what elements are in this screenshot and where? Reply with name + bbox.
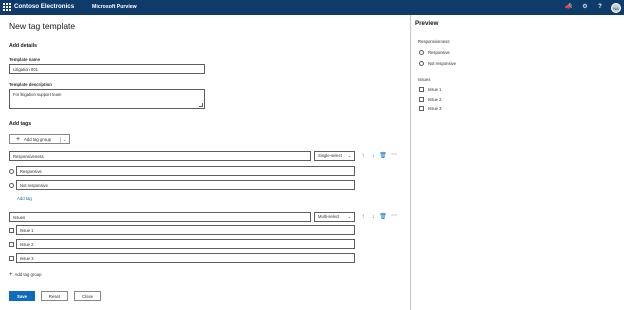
add-tag-group-button-label: Add tag group <box>24 137 51 142</box>
preview-option: Not responsive <box>428 61 456 66</box>
resize-handle-icon[interactable] <box>199 103 203 107</box>
delete-icon[interactable]: 🗑 <box>379 152 387 160</box>
more-options-icon[interactable]: ⋯ <box>390 151 398 159</box>
preview-group-name: Issues <box>418 77 431 82</box>
close-button[interactable]: Close <box>74 291 101 301</box>
megaphone-icon[interactable]: 📣 <box>565 3 573 11</box>
tag-name-input[interactable]: Issue 1 <box>16 225 355 235</box>
chevron-down-icon[interactable]: ⌄ <box>63 135 66 144</box>
move-down-icon[interactable]: ↓ <box>369 152 377 160</box>
preview-checkbox[interactable] <box>419 97 424 102</box>
template-name-label: Template name <box>9 57 40 62</box>
tag-name-input[interactable]: Not responsive <box>16 180 355 190</box>
preview-option: Issue 1 <box>428 87 442 92</box>
waffle-icon[interactable] <box>3 3 11 11</box>
chevron-down-icon: ⌄ <box>347 153 351 158</box>
preview-radio[interactable] <box>419 50 424 55</box>
gear-icon[interactable]: ⚙ <box>581 3 589 11</box>
add-tag-group-link[interactable]: + Add tag group <box>9 272 42 278</box>
chevron-down-icon: ⌄ <box>347 214 351 219</box>
add-tag-group-button[interactable]: + Add tag group ⌄ <box>9 134 70 144</box>
details-heading: Add details <box>9 43 37 49</box>
app-name[interactable]: Microsoft Purview <box>92 4 137 10</box>
tags-heading: Add tags <box>9 121 32 127</box>
move-up-icon[interactable]: ↑ <box>359 213 367 221</box>
preview-checkbox[interactable] <box>419 87 424 92</box>
more-options-icon[interactable]: ⋯ <box>390 212 398 220</box>
template-description-text: For litigation support team <box>13 92 62 97</box>
tag-group-name-input[interactable]: Issues <box>9 212 311 222</box>
tag-group-type-dropdown[interactable]: Single-select ⌄ <box>314 151 355 161</box>
help-icon[interactable]: ? <box>596 3 604 11</box>
template-name-input[interactable]: Litigation 001 <box>9 64 205 74</box>
template-description-input[interactable]: For litigation support team <box>9 89 205 109</box>
avatar[interactable]: NA <box>611 2 621 13</box>
move-down-icon[interactable]: ↓ <box>369 213 377 221</box>
reset-button[interactable]: Reset <box>41 291 68 301</box>
add-tag-link[interactable]: Add tag <box>17 196 32 201</box>
save-button[interactable]: Save <box>9 291 35 301</box>
button-divider <box>60 136 61 143</box>
delete-icon[interactable]: 🗑 <box>379 213 387 221</box>
preview-title: Preview <box>415 20 439 27</box>
tag-radio[interactable] <box>9 168 14 174</box>
org-name[interactable]: Contoso Electronics <box>14 3 74 10</box>
move-up-icon[interactable]: ↑ <box>359 152 367 160</box>
preview-panel: Preview Responsiveness Responsive Not re… <box>410 15 624 310</box>
top-bar: Contoso Electronics Microsoft Purview 📣 … <box>0 0 624 15</box>
tag-checkbox[interactable] <box>9 255 14 261</box>
preview-group-name: Responsiveness <box>418 39 450 44</box>
tag-name-input[interactable]: Responsive <box>16 166 355 176</box>
page-title: New tag template <box>9 21 76 31</box>
tag-group-type-value: Single-select <box>318 153 342 158</box>
template-form: New tag template Add details Template na… <box>0 15 410 310</box>
preview-radio[interactable] <box>419 61 424 66</box>
plus-icon: + <box>9 272 13 278</box>
add-tag-group-link-label: Add tag group <box>14 272 42 277</box>
tag-name-input[interactable]: Issue 2 <box>16 239 355 249</box>
plus-icon: + <box>16 136 21 143</box>
preview-option: Issue 3 <box>428 106 442 111</box>
tag-radio[interactable] <box>9 182 14 188</box>
preview-option: Issue 2 <box>428 97 442 102</box>
preview-checkbox[interactable] <box>419 106 424 111</box>
template-description-label: Template description <box>9 82 52 87</box>
tag-group-type-dropdown[interactable]: Multi-select ⌄ <box>314 212 355 222</box>
tag-checkbox[interactable] <box>9 227 14 233</box>
tag-group-name-input[interactable]: Responsiveness <box>9 151 311 161</box>
preview-option: Responsive <box>428 50 450 55</box>
tag-group-type-value: Multi-select <box>318 214 340 219</box>
tag-name-input[interactable]: Issue 3 <box>16 253 355 263</box>
tag-checkbox[interactable] <box>9 241 14 247</box>
